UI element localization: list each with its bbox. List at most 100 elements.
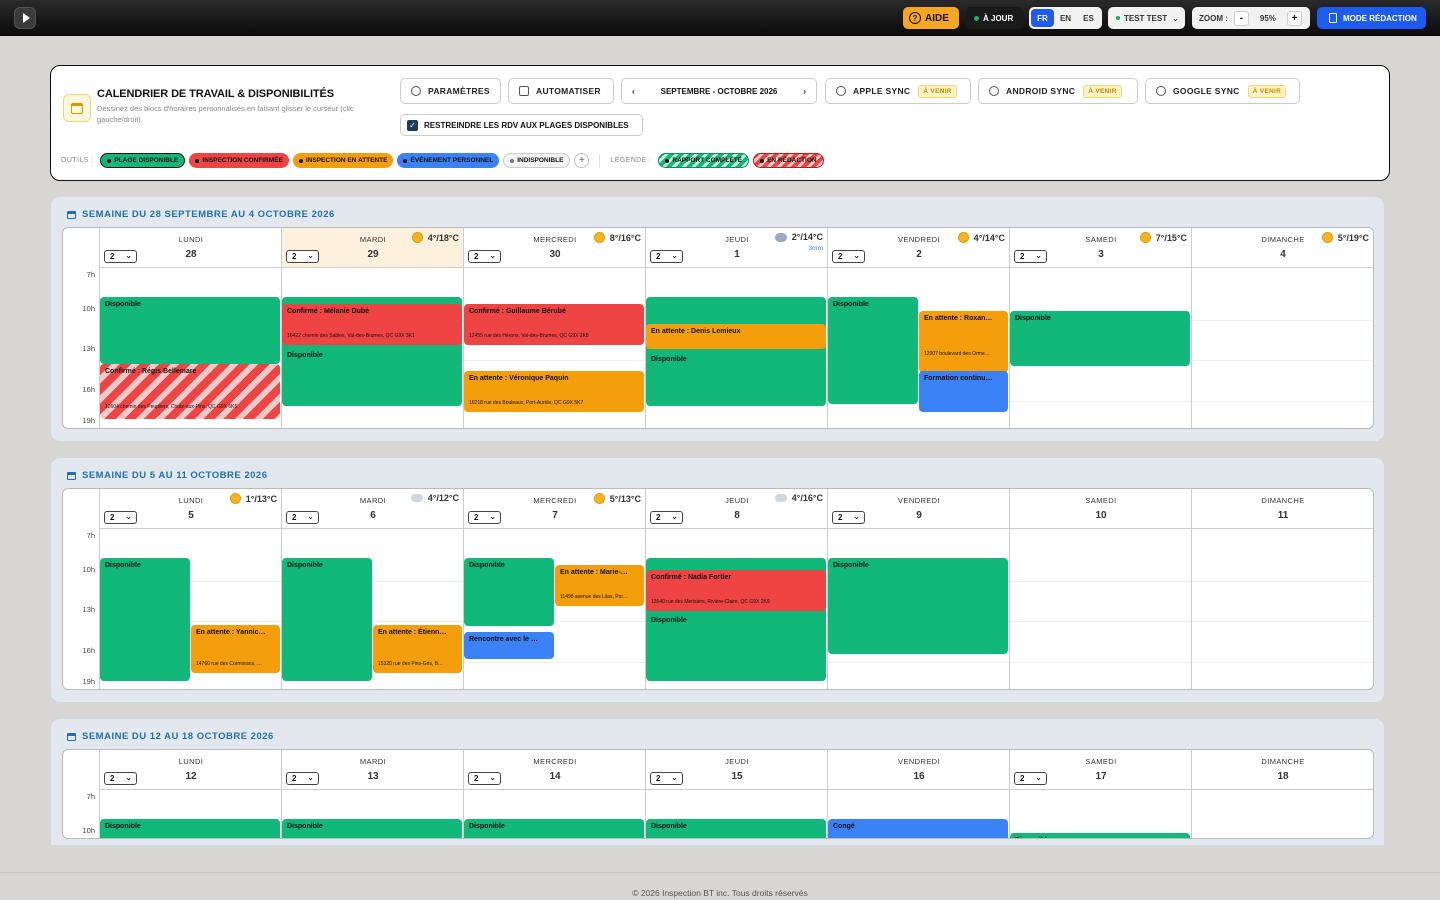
calendar-event[interactable]: Disponible — [282, 819, 462, 838]
calendar-event[interactable]: Confirmé : Mélanie Dubé 16422 chemin des … — [282, 304, 462, 345]
event-address: 12455 rue des Hérons, Val-des-Brumes, QC… — [469, 333, 589, 339]
event-address: 16218 rue des Bouleaux, Port-Aurèle, QC … — [469, 400, 584, 406]
day-header: SAMEDI 17 2 ⌄ — [1009, 750, 1191, 790]
calendar-event[interactable]: Rencontre avec le … — [464, 632, 554, 659]
slot-count-select[interactable]: 2 ⌄ — [468, 250, 501, 263]
calendar-event[interactable]: Confirmé : Guillaume Bérubé 12455 rue des… — [464, 304, 644, 345]
automate-button[interactable]: AUTOMATISER — [508, 78, 614, 104]
day-header: SAMEDI 10 — [1009, 489, 1191, 529]
calendar-event[interactable]: Congé — [828, 819, 1008, 838]
calendar-event[interactable]: Disponible — [1010, 833, 1190, 838]
slot-count-select[interactable]: 2 ⌄ — [286, 511, 319, 524]
slot-count-select[interactable]: 2 ⌄ — [1014, 250, 1047, 263]
calendar-event[interactable]: Confirmé : Nadia Fortier 12640 rue des Me… — [646, 570, 826, 611]
hour-label: 19h — [82, 416, 95, 425]
calendar-event[interactable]: Disponible — [100, 297, 280, 364]
calendar-event[interactable]: Disponible — [464, 558, 554, 626]
chevron-down-icon: ⌄ — [489, 512, 496, 521]
slot-count-select[interactable]: 2 ⌄ — [832, 511, 865, 524]
restrict-bookings-toggle[interactable]: ✓ RESTREINDRE LES RDV AUX PLAGES DISPONI… — [400, 114, 643, 136]
hour-label: 13h — [82, 605, 95, 614]
slot-count-select[interactable]: 2 ⌄ — [286, 250, 319, 263]
day-header: JEUDI 1 2°/14°C 3mm 2 ⌄ — [645, 228, 827, 268]
calendar-event[interactable]: En attente : Yannic… 14760 rue des Cormor… — [191, 625, 280, 673]
android-sync-button[interactable]: ANDROID SYNC À VENIR — [978, 78, 1138, 104]
day-name: SAMEDI — [1085, 757, 1117, 766]
tool-pending-inspection[interactable]: INSPECTION EN ATTENTE — [292, 153, 394, 168]
calendar-event[interactable]: Disponible — [100, 819, 280, 838]
status-dot-icon — [974, 15, 979, 21]
slot-count-select[interactable]: 2 ⌄ — [650, 511, 683, 524]
chevron-down-icon: ⌄ — [125, 251, 132, 260]
cloud-icon — [774, 494, 787, 502]
calendar-event[interactable]: Disponible — [464, 819, 644, 838]
calendar-event[interactable]: En attente : Véronique Paquin 16218 rue d… — [464, 371, 644, 412]
add-tool-button[interactable]: + — [574, 153, 590, 168]
zoom-in-button[interactable]: + — [1286, 10, 1302, 26]
edit-mode-button[interactable]: MODE RÉDACTION — [1317, 7, 1426, 29]
calendar-event[interactable]: Disponible — [828, 558, 1008, 654]
calendar-event[interactable]: Disponible — [1010, 311, 1190, 366]
slot-count-select[interactable]: 2 ⌄ — [468, 772, 501, 785]
calendar-event[interactable]: Formation continu… — [919, 371, 1008, 412]
slot-count-select[interactable]: 2 ⌄ — [832, 250, 865, 263]
sync-status-label: À JOUR — [983, 13, 1014, 23]
calendar-event[interactable]: Confirmé : Régis Bellemare 12604 chemin d… — [100, 364, 280, 419]
weather-forecast: 4°/16°C — [774, 493, 823, 503]
play-button[interactable] — [14, 7, 36, 29]
tool-available-slot[interactable]: PLAGE DISPONIBLE — [100, 153, 186, 168]
calendar-event[interactable]: En attente : Marie-… 11498 avenue des Lil… — [555, 565, 644, 606]
event-label: Disponible — [105, 301, 141, 308]
tool-confirmed-inspection[interactable]: INSPECTION CONFIRMÉE — [189, 153, 289, 168]
weather-forecast: 2°/14°C — [774, 232, 823, 242]
tool-unavailable[interactable]: INDISPONIBLE — [503, 153, 571, 168]
event-address: 15320 rue des Pins-Gris, B… — [378, 661, 444, 667]
lang-en-button[interactable]: EN — [1054, 9, 1077, 27]
online-dot-icon — [1116, 16, 1120, 20]
help-button[interactable]: ? AIDE — [903, 7, 959, 29]
tool-personal-event[interactable]: ÉVÉNEMENT PERSONNEL — [397, 153, 500, 168]
sun-icon — [1321, 232, 1333, 243]
calendar-event[interactable]: Disponible — [282, 558, 372, 681]
hour-label: 16h — [82, 385, 95, 394]
slot-count-select[interactable]: 2 ⌄ — [104, 250, 137, 263]
event-label: Disponible — [1015, 837, 1051, 838]
slot-count-select[interactable]: 2 ⌄ — [286, 772, 319, 785]
calendar-event[interactable]: En attente : Étienn… 15320 rue des Pins-G… — [373, 625, 462, 673]
slot-count-select[interactable]: 2 ⌄ — [650, 772, 683, 785]
refresh-icon — [1156, 86, 1166, 96]
day-name: SAMEDI — [1085, 496, 1117, 505]
day-header: JEUDI 8 4°/16°C 2 ⌄ — [645, 489, 827, 529]
calendar-event[interactable]: En attente : Denis Lemieux17033 rang du … — [646, 324, 826, 349]
lang-fr-button[interactable]: FR — [1031, 9, 1054, 27]
slot-count-select[interactable]: 2 ⌄ — [104, 511, 137, 524]
week-grid: 7h 10h LUNDI 12 2 ⌄ MARDI 13 2 ⌄ MERCREDI 14 2 ⌄ JEUDI… — [62, 749, 1374, 839]
day-header: MARDI 13 2 ⌄ — [281, 750, 463, 790]
calendar-event[interactable]: Disponible — [100, 558, 190, 681]
google-sync-button[interactable]: GOOGLE SYNC À VENIR — [1145, 78, 1300, 104]
event-label: Formation continu… — [924, 375, 993, 382]
event-label: Confirmé : Guillaume Bérubé — [469, 308, 566, 315]
lang-es-button[interactable]: ES — [1077, 9, 1100, 27]
sync-status-badge: À JOUR — [966, 7, 1024, 29]
weather-forecast: 5°/13°C — [593, 493, 641, 504]
day-name: JEUDI — [725, 757, 749, 766]
calendar-event[interactable]: Disponible — [646, 819, 826, 838]
user-menu-button[interactable]: TEST TEST ⌄ — [1108, 7, 1185, 29]
event-label: Rencontre avec le … — [469, 636, 538, 643]
prev-month-button[interactable]: ‹ — [632, 87, 635, 96]
zoom-out-button[interactable]: - — [1233, 10, 1249, 26]
calendar-event[interactable]: Disponible — [646, 297, 826, 406]
next-month-button[interactable]: › — [803, 87, 806, 96]
slot-count-select[interactable]: 2 ⌄ — [468, 511, 501, 524]
calendar-event[interactable]: En attente : Roxan… 12907 boulevard des O… — [919, 311, 1008, 373]
slot-count-select[interactable]: 2 ⌄ — [1014, 772, 1047, 785]
settings-button[interactable]: PARAMÈTRES — [400, 78, 501, 104]
slot-count-select[interactable]: 2 ⌄ — [650, 250, 683, 263]
document-icon — [1329, 13, 1337, 23]
calendar-event[interactable]: Disponible — [828, 297, 918, 404]
apple-sync-button[interactable]: APPLE SYNC À VENIR — [825, 78, 971, 104]
day-header: DIMANCHE 18 — [1191, 750, 1373, 790]
slot-count-select[interactable]: 2 ⌄ — [104, 772, 137, 785]
event-label: En attente : Yannic… — [196, 629, 266, 636]
